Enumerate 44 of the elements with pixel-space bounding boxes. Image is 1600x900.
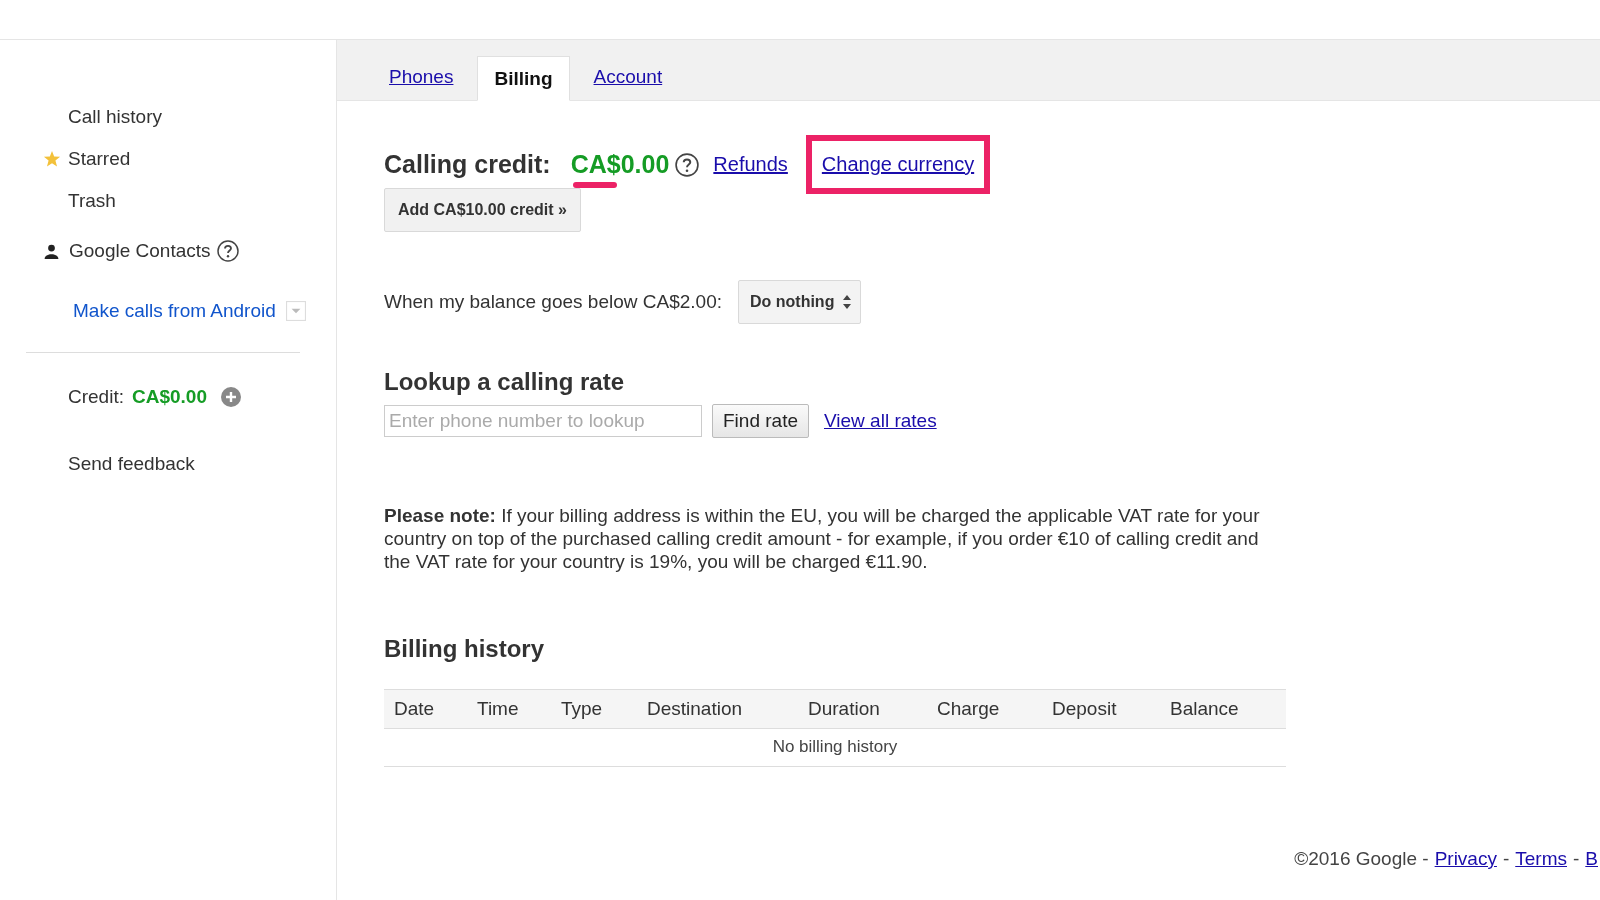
copyright-text: ©2016 Google - [1294,848,1429,870]
sidebar-item[interactable]: Trash [0,180,336,222]
balance-label: When my balance goes below CA$2.00: [384,291,722,313]
vat-note: Please note: If your billing address is within the EU, you will be charged the applicable VAT rate for your country on top of the purchased calling credit amount - for example, if you order €10 of calling credit and the VAT rate for your country is 19%, you will be charged €11.90. [384,504,1261,573]
find-rate-button[interactable]: Find rate [712,404,809,438]
column-header: Time [477,698,520,720]
add-credit-button[interactable]: Add CA$10.00 credit » [384,188,581,232]
android-link[interactable]: Make calls from Android [73,300,276,322]
footer-link[interactable]: B [1585,848,1598,870]
footer-link[interactable]: Privacy [1434,848,1497,870]
feedback-link[interactable]: Send feedback [0,453,336,475]
sidebar-item[interactable]: Call history [0,96,336,138]
column-header: Balance [1170,698,1240,720]
help-icon[interactable] [216,240,239,262]
column-header: Date [394,698,436,720]
footer-link[interactable]: Terms [1515,848,1567,870]
person-icon [44,243,59,259]
add-icon[interactable] [220,387,241,407]
billing-history-heading: Billing history [384,635,545,663]
separator-text: - [1573,848,1580,870]
credit-amount: CA$0.00 [131,386,207,408]
view-rates-link[interactable]: View all rates [824,410,937,432]
column-header: Type [561,698,604,720]
column-header: Deposit [1052,698,1118,720]
contacts-link[interactable]: Google Contacts [69,240,211,262]
column-header: Charge [937,698,1001,720]
link[interactable]: Refunds [713,153,788,176]
credit-amount: CA$0.00 [570,150,670,179]
updown-icon [842,294,853,310]
action-select[interactable]: Do nothing [738,280,862,324]
separator-text: - [1502,848,1510,870]
tab[interactable]: Account [577,58,679,101]
sidebar-item[interactable]: Starred [0,138,336,180]
help-icon[interactable] [675,152,700,177]
credit-label: Credit: [68,386,124,408]
phone-number-field[interactable]: Enter phone number to lookup [384,405,702,437]
tab[interactable]: Phones [373,58,470,101]
column-header: Duration [808,698,881,720]
calling-credit-label: Calling credit: [384,150,551,179]
link[interactable]: Change currency [805,135,991,194]
lookup-heading: Lookup a calling rate [384,368,626,396]
empty-message: No billing history [772,737,898,756]
tab[interactable]: Billing [477,56,570,101]
column-header: Destination [647,698,744,720]
